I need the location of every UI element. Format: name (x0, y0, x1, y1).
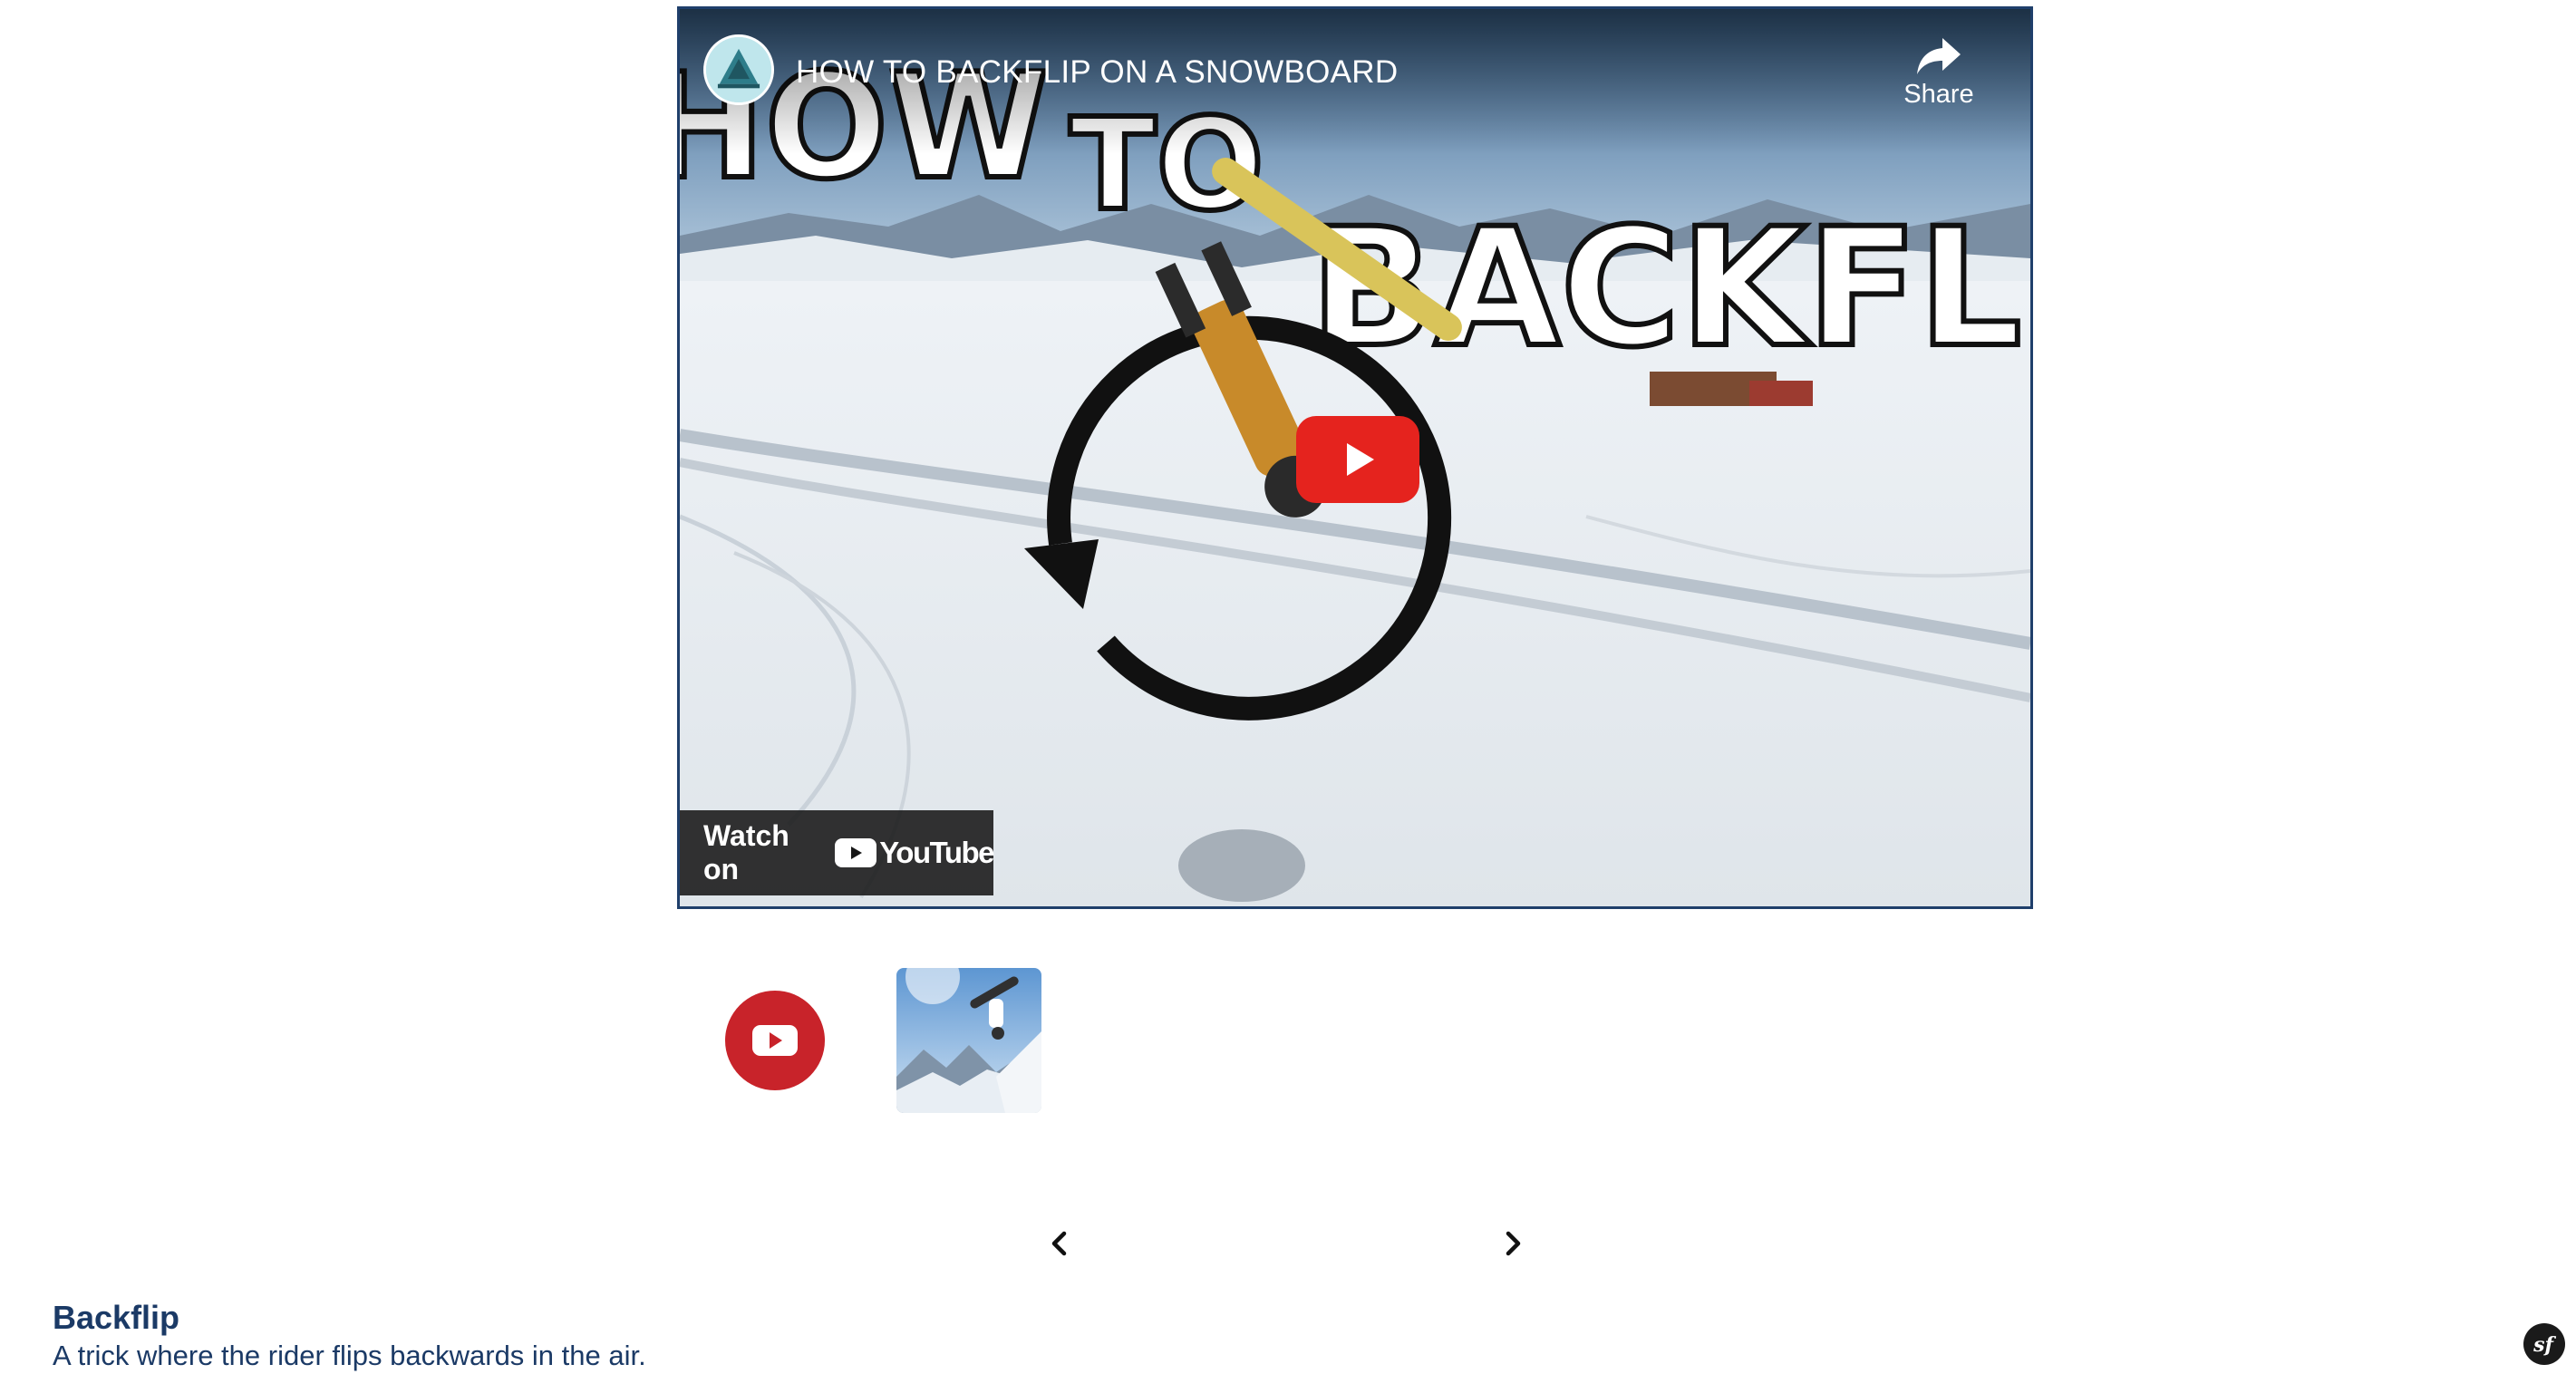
chevron-left-icon (1051, 1231, 1067, 1256)
chevron-right-icon (1506, 1231, 1521, 1256)
youtube-video-player[interactable]: HOW TO BACKFLIP HOW TO BACKFLIP ON A SNO… (677, 6, 2033, 909)
share-button[interactable]: Share (1889, 34, 1989, 110)
trick-title: Backflip (53, 1299, 180, 1336)
watch-on-label: Watch on (703, 819, 789, 885)
youtube-icon (752, 1025, 798, 1056)
youtube-logo: YouTube (835, 836, 994, 870)
youtube-logo-text: YouTube (879, 836, 994, 869)
play-button[interactable] (1296, 416, 1419, 503)
youtube-play-icon (835, 838, 877, 867)
share-arrow-icon (1917, 38, 1961, 74)
symfony-icon: sf (2532, 1333, 2556, 1357)
media-thumb-image[interactable] (896, 968, 1041, 1113)
play-icon (1347, 443, 1374, 476)
channel-logo-icon (706, 37, 771, 102)
trick-description: A trick where the rider flips backwards … (53, 1340, 646, 1371)
symfony-toolbar-button[interactable]: sf (2523, 1323, 2565, 1365)
carousel-prev-button[interactable] (1041, 1225, 1078, 1262)
snowboard-photo (896, 968, 1041, 1113)
video-title[interactable]: HOW TO BACKFLIP ON A SNOWBOARD (796, 54, 1398, 91)
media-thumb-video[interactable] (725, 991, 825, 1090)
svg-text:sf: sf (2532, 1333, 2556, 1357)
carousel-next-button[interactable] (1495, 1225, 1531, 1262)
watch-on-youtube-button[interactable]: Watch on YouTube (680, 810, 994, 895)
channel-avatar[interactable] (703, 34, 774, 105)
thumbnail-text-backflip: BACKFLIP (1310, 194, 2030, 383)
share-label: Share (1903, 80, 1974, 109)
